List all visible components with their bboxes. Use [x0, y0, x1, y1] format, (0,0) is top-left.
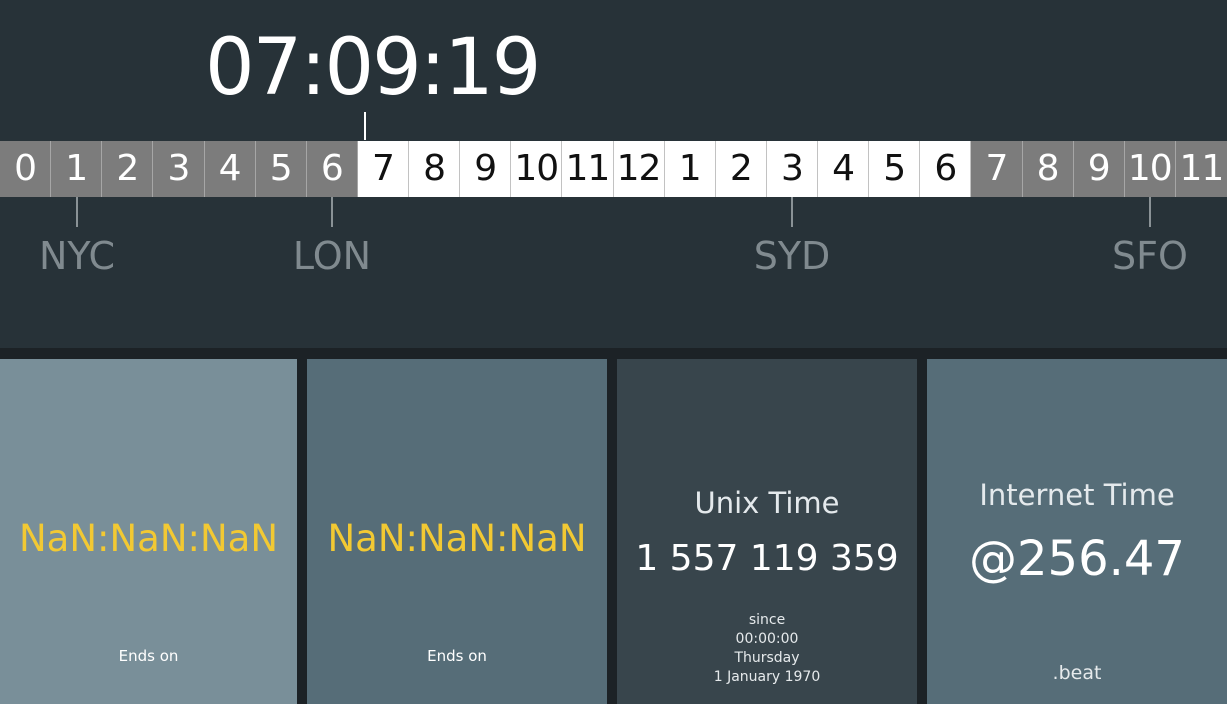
hour-cell: 2: [102, 141, 154, 197]
countdown-value: NaN:NaN:NaN: [327, 517, 587, 560]
hour-cell: 5: [255, 141, 307, 197]
hour-timeline: 0 1 2 3 4 5 6 7 8 9 10 11 12 1 2 3 4 5 6 7 8 9 10 11: [0, 141, 1227, 197]
city-label: LON: [292, 234, 372, 278]
hour-cell: 4: [204, 141, 256, 197]
hour-cell: 0: [0, 141, 52, 197]
city-label: SFO: [1112, 234, 1188, 278]
hour-cell: 3: [766, 141, 818, 197]
timezone-section: 07:09:19 0 1 2 3 4 5 6 7 8 9 10 11 12 1 2 3 4 5 6 7 8 9 10 11 N…: [0, 0, 1227, 348]
hour-cell: 5: [869, 141, 921, 197]
epoch-line: 1 January 1970: [713, 669, 821, 685]
internet-time-panel: Internet Time @256.47 .beat: [927, 359, 1227, 704]
unix-time-panel: Unix Time 1 557 119 359 since 00:00:00 T…: [617, 359, 917, 704]
hour-cell: 6: [920, 141, 972, 197]
hour-cell: 7: [971, 141, 1023, 197]
hour-cell: 1: [51, 141, 103, 197]
countdown-ends-label: Ends on: [118, 647, 179, 665]
hour-cell: 8: [1022, 141, 1074, 197]
hour-cell: 7: [357, 141, 409, 197]
internet-time-value: @256.47: [969, 531, 1185, 587]
unix-time-value: 1 557 119 359: [635, 538, 899, 579]
city-tick: [1149, 197, 1151, 227]
city-tick: [76, 197, 78, 227]
city-label: SYD: [753, 234, 831, 278]
epoch-line: since: [748, 612, 786, 628]
countdown-ends-label: Ends on: [427, 647, 487, 665]
beat-unit-label: .beat: [1052, 662, 1102, 684]
hour-cell: 11: [562, 141, 614, 197]
countdown-value: NaN:NaN:NaN: [18, 517, 279, 560]
unix-epoch-note: since 00:00:00 Thursday 1 January 1970: [617, 611, 917, 687]
hour-cell: 9: [1073, 141, 1125, 197]
unix-time-title: Unix Time: [694, 486, 840, 520]
hour-cell: 9: [460, 141, 512, 197]
hour-cell: 3: [153, 141, 205, 197]
hour-cell: 1: [664, 141, 716, 197]
city-tick: [331, 197, 333, 227]
epoch-line: Thursday: [734, 650, 800, 666]
current-time-pointer: [364, 112, 366, 140]
city-label: NYC: [38, 234, 116, 278]
countdown-panel-1[interactable]: NaN:NaN:NaN Ends on: [0, 359, 297, 704]
hour-cell: 11: [1175, 141, 1227, 197]
epoch-line: 00:00:00: [735, 631, 799, 647]
hour-cell: 10: [511, 141, 563, 197]
hour-cell: 8: [409, 141, 461, 197]
hour-cell: 2: [715, 141, 767, 197]
current-time: 07:09:19: [205, 23, 541, 113]
hour-cell: 6: [306, 141, 358, 197]
hour-cell: 10: [1124, 141, 1176, 197]
hour-cell: 4: [818, 141, 870, 197]
countdown-panel-2[interactable]: NaN:NaN:NaN Ends on: [307, 359, 607, 704]
internet-time-title: Internet Time: [979, 478, 1175, 512]
city-tick: [791, 197, 793, 227]
hour-cell: 12: [613, 141, 665, 197]
